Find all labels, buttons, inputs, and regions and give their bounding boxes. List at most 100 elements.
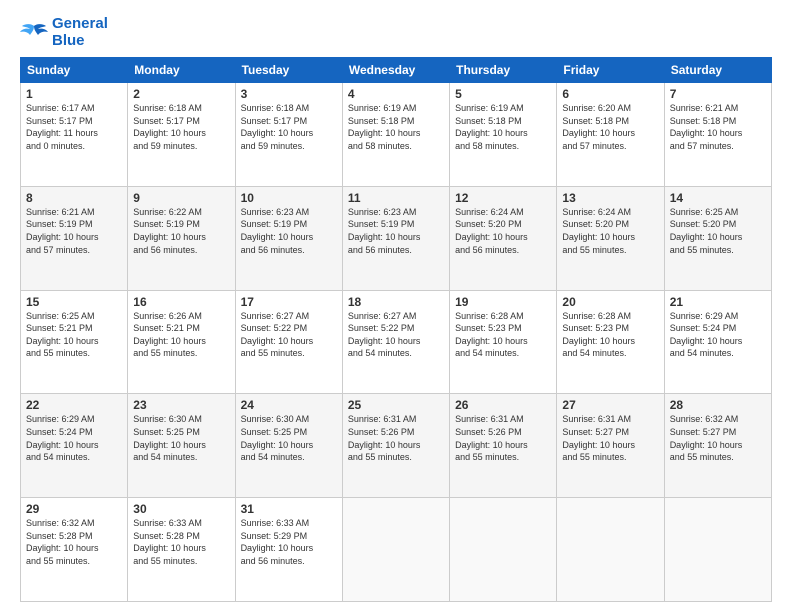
day-info: Sunrise: 6:21 AMSunset: 5:19 PMDaylight:… — [26, 206, 122, 256]
day-info: Sunrise: 6:21 AMSunset: 5:18 PMDaylight:… — [670, 102, 766, 152]
day-info: Sunrise: 6:22 AMSunset: 5:19 PMDaylight:… — [133, 206, 229, 256]
weekday-header-sunday: Sunday — [21, 58, 128, 83]
day-number: 17 — [241, 295, 337, 309]
calendar-cell: 17Sunrise: 6:27 AMSunset: 5:22 PMDayligh… — [235, 290, 342, 394]
weekday-header-thursday: Thursday — [450, 58, 557, 83]
day-number: 23 — [133, 398, 229, 412]
calendar-cell: 12Sunrise: 6:24 AMSunset: 5:20 PMDayligh… — [450, 186, 557, 290]
day-number: 13 — [562, 191, 658, 205]
day-info: Sunrise: 6:18 AMSunset: 5:17 PMDaylight:… — [133, 102, 229, 152]
calendar-cell — [557, 498, 664, 602]
calendar-cell: 4Sunrise: 6:19 AMSunset: 5:18 PMDaylight… — [342, 83, 449, 187]
day-info: Sunrise: 6:29 AMSunset: 5:24 PMDaylight:… — [26, 413, 122, 463]
calendar-cell — [664, 498, 771, 602]
day-info: Sunrise: 6:25 AMSunset: 5:21 PMDaylight:… — [26, 310, 122, 360]
logo-text: General Blue — [52, 16, 108, 49]
calendar-cell: 8Sunrise: 6:21 AMSunset: 5:19 PMDaylight… — [21, 186, 128, 290]
calendar-cell: 15Sunrise: 6:25 AMSunset: 5:21 PMDayligh… — [21, 290, 128, 394]
day-info: Sunrise: 6:28 AMSunset: 5:23 PMDaylight:… — [455, 310, 551, 360]
day-info: Sunrise: 6:31 AMSunset: 5:26 PMDaylight:… — [455, 413, 551, 463]
day-info: Sunrise: 6:23 AMSunset: 5:19 PMDaylight:… — [348, 206, 444, 256]
calendar-week-2: 8Sunrise: 6:21 AMSunset: 5:19 PMDaylight… — [21, 186, 772, 290]
day-info: Sunrise: 6:25 AMSunset: 5:20 PMDaylight:… — [670, 206, 766, 256]
day-info: Sunrise: 6:30 AMSunset: 5:25 PMDaylight:… — [241, 413, 337, 463]
calendar-cell: 13Sunrise: 6:24 AMSunset: 5:20 PMDayligh… — [557, 186, 664, 290]
weekday-header-friday: Friday — [557, 58, 664, 83]
day-info: Sunrise: 6:32 AMSunset: 5:27 PMDaylight:… — [670, 413, 766, 463]
calendar-cell: 7Sunrise: 6:21 AMSunset: 5:18 PMDaylight… — [664, 83, 771, 187]
calendar-cell: 3Sunrise: 6:18 AMSunset: 5:17 PMDaylight… — [235, 83, 342, 187]
calendar-cell — [342, 498, 449, 602]
calendar-cell: 9Sunrise: 6:22 AMSunset: 5:19 PMDaylight… — [128, 186, 235, 290]
calendar-week-1: 1Sunrise: 6:17 AMSunset: 5:17 PMDaylight… — [21, 83, 772, 187]
day-number: 5 — [455, 87, 551, 101]
day-number: 25 — [348, 398, 444, 412]
calendar-cell: 27Sunrise: 6:31 AMSunset: 5:27 PMDayligh… — [557, 394, 664, 498]
calendar-cell: 26Sunrise: 6:31 AMSunset: 5:26 PMDayligh… — [450, 394, 557, 498]
day-number: 26 — [455, 398, 551, 412]
day-number: 27 — [562, 398, 658, 412]
day-info: Sunrise: 6:30 AMSunset: 5:25 PMDaylight:… — [133, 413, 229, 463]
day-info: Sunrise: 6:19 AMSunset: 5:18 PMDaylight:… — [455, 102, 551, 152]
calendar-week-3: 15Sunrise: 6:25 AMSunset: 5:21 PMDayligh… — [21, 290, 772, 394]
day-number: 31 — [241, 502, 337, 516]
calendar-cell: 2Sunrise: 6:18 AMSunset: 5:17 PMDaylight… — [128, 83, 235, 187]
day-number: 24 — [241, 398, 337, 412]
calendar-cell: 5Sunrise: 6:19 AMSunset: 5:18 PMDaylight… — [450, 83, 557, 187]
day-number: 10 — [241, 191, 337, 205]
day-info: Sunrise: 6:18 AMSunset: 5:17 PMDaylight:… — [241, 102, 337, 152]
day-number: 2 — [133, 87, 229, 101]
day-number: 30 — [133, 502, 229, 516]
weekday-header-row: SundayMondayTuesdayWednesdayThursdayFrid… — [21, 58, 772, 83]
day-number: 3 — [241, 87, 337, 101]
calendar-week-5: 29Sunrise: 6:32 AMSunset: 5:28 PMDayligh… — [21, 498, 772, 602]
weekday-header-saturday: Saturday — [664, 58, 771, 83]
weekday-header-tuesday: Tuesday — [235, 58, 342, 83]
calendar-cell: 31Sunrise: 6:33 AMSunset: 5:29 PMDayligh… — [235, 498, 342, 602]
page: General Blue SundayMondayTuesdayWednesda… — [0, 0, 792, 612]
day-number: 14 — [670, 191, 766, 205]
day-number: 8 — [26, 191, 122, 205]
day-number: 9 — [133, 191, 229, 205]
day-info: Sunrise: 6:23 AMSunset: 5:19 PMDaylight:… — [241, 206, 337, 256]
calendar-cell: 16Sunrise: 6:26 AMSunset: 5:21 PMDayligh… — [128, 290, 235, 394]
calendar-cell: 18Sunrise: 6:27 AMSunset: 5:22 PMDayligh… — [342, 290, 449, 394]
calendar-week-4: 22Sunrise: 6:29 AMSunset: 5:24 PMDayligh… — [21, 394, 772, 498]
day-info: Sunrise: 6:27 AMSunset: 5:22 PMDaylight:… — [348, 310, 444, 360]
weekday-header-monday: Monday — [128, 58, 235, 83]
calendar-cell: 14Sunrise: 6:25 AMSunset: 5:20 PMDayligh… — [664, 186, 771, 290]
day-info: Sunrise: 6:33 AMSunset: 5:28 PMDaylight:… — [133, 517, 229, 567]
day-info: Sunrise: 6:17 AMSunset: 5:17 PMDaylight:… — [26, 102, 122, 152]
calendar-cell: 20Sunrise: 6:28 AMSunset: 5:23 PMDayligh… — [557, 290, 664, 394]
logo-icon — [20, 22, 48, 44]
calendar-cell: 24Sunrise: 6:30 AMSunset: 5:25 PMDayligh… — [235, 394, 342, 498]
day-number: 15 — [26, 295, 122, 309]
day-number: 22 — [26, 398, 122, 412]
day-info: Sunrise: 6:33 AMSunset: 5:29 PMDaylight:… — [241, 517, 337, 567]
day-info: Sunrise: 6:31 AMSunset: 5:27 PMDaylight:… — [562, 413, 658, 463]
calendar-cell: 22Sunrise: 6:29 AMSunset: 5:24 PMDayligh… — [21, 394, 128, 498]
day-info: Sunrise: 6:31 AMSunset: 5:26 PMDaylight:… — [348, 413, 444, 463]
day-number: 7 — [670, 87, 766, 101]
calendar-cell: 11Sunrise: 6:23 AMSunset: 5:19 PMDayligh… — [342, 186, 449, 290]
calendar-table: SundayMondayTuesdayWednesdayThursdayFrid… — [20, 57, 772, 602]
day-number: 21 — [670, 295, 766, 309]
calendar-cell: 19Sunrise: 6:28 AMSunset: 5:23 PMDayligh… — [450, 290, 557, 394]
day-info: Sunrise: 6:19 AMSunset: 5:18 PMDaylight:… — [348, 102, 444, 152]
calendar-cell: 10Sunrise: 6:23 AMSunset: 5:19 PMDayligh… — [235, 186, 342, 290]
calendar-cell: 23Sunrise: 6:30 AMSunset: 5:25 PMDayligh… — [128, 394, 235, 498]
day-number: 6 — [562, 87, 658, 101]
day-info: Sunrise: 6:32 AMSunset: 5:28 PMDaylight:… — [26, 517, 122, 567]
day-info: Sunrise: 6:28 AMSunset: 5:23 PMDaylight:… — [562, 310, 658, 360]
day-number: 28 — [670, 398, 766, 412]
calendar-cell — [450, 498, 557, 602]
day-number: 19 — [455, 295, 551, 309]
calendar-cell: 28Sunrise: 6:32 AMSunset: 5:27 PMDayligh… — [664, 394, 771, 498]
calendar-cell: 29Sunrise: 6:32 AMSunset: 5:28 PMDayligh… — [21, 498, 128, 602]
day-number: 18 — [348, 295, 444, 309]
calendar-cell: 25Sunrise: 6:31 AMSunset: 5:26 PMDayligh… — [342, 394, 449, 498]
day-info: Sunrise: 6:20 AMSunset: 5:18 PMDaylight:… — [562, 102, 658, 152]
day-number: 1 — [26, 87, 122, 101]
calendar-cell: 21Sunrise: 6:29 AMSunset: 5:24 PMDayligh… — [664, 290, 771, 394]
day-number: 16 — [133, 295, 229, 309]
